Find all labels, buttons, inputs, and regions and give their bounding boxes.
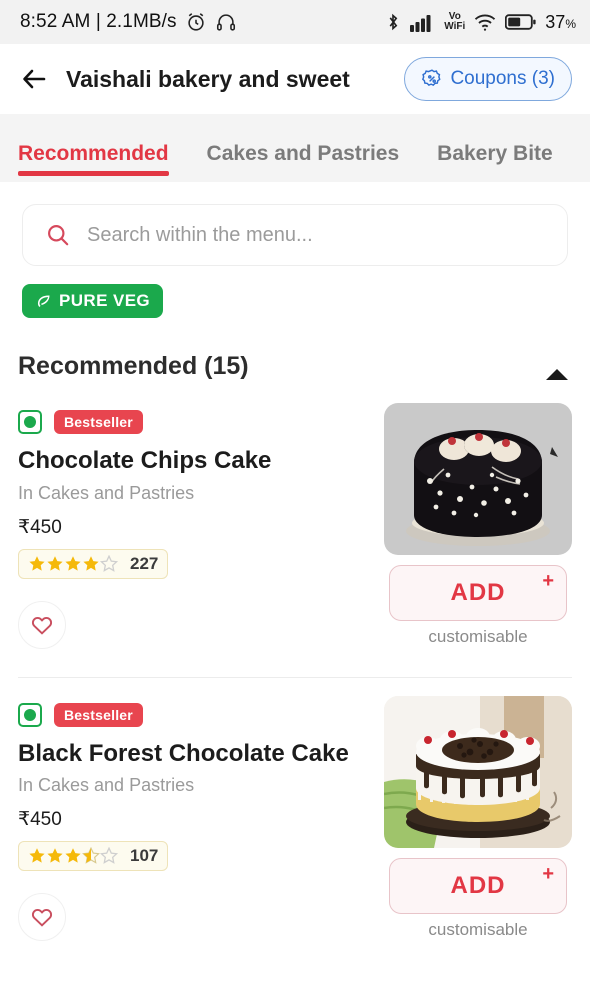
- menu-item-price: ₹450: [18, 516, 62, 538]
- menu-item-actions: ADD + customisable: [384, 692, 572, 940]
- rating-count: 107: [130, 846, 159, 866]
- bestseller-badge: Bestseller: [54, 702, 143, 727]
- bluetooth-icon: [384, 11, 402, 33]
- coupons-label: Coupons (3): [450, 68, 555, 89]
- status-bar-left: 8:52 AM | 2.1MB/s: [20, 11, 237, 33]
- pure-veg-label: PURE VEG: [59, 291, 151, 310]
- heart-icon: [30, 905, 54, 929]
- search-section: [0, 182, 590, 266]
- caret-up-icon[interactable]: [546, 369, 568, 380]
- search-input[interactable]: [87, 223, 545, 247]
- menu-item-actions: ADD + customisable: [384, 399, 572, 647]
- wifi-icon: [473, 12, 497, 32]
- tab-bakery-bite[interactable]: Bakery Bite: [437, 142, 553, 182]
- app-header: Vaishali bakery and sweet Coupons (3): [0, 44, 590, 114]
- veg-indicator-icon: [18, 410, 42, 434]
- menu-item-details: Bestseller Chocolate Chips Cake In Cakes…: [18, 399, 372, 649]
- menu-item-rating: 227: [18, 548, 169, 579]
- coupons-button[interactable]: Coupons (3): [404, 57, 572, 101]
- menu-item-details: Bestseller Black Forest Chocolate Cake I…: [18, 692, 372, 942]
- favourite-button[interactable]: [18, 893, 66, 942]
- section-title: Recommended (15): [18, 352, 249, 380]
- heart-icon: [30, 613, 54, 637]
- add-to-cart-button[interactable]: ADD +: [389, 565, 567, 621]
- pure-veg-filter-chip[interactable]: PURE VEG: [22, 284, 164, 318]
- star-rating-icon: [28, 847, 122, 865]
- volte-wifi-icon: Vo WiFi: [444, 11, 466, 32]
- battery-icon: [505, 13, 537, 31]
- add-button-label: ADD: [450, 579, 506, 606]
- discount-badge-icon: [421, 68, 443, 90]
- favourite-button[interactable]: [18, 600, 66, 649]
- menu-item-category: In Cakes and Pastries: [18, 775, 195, 796]
- status-bar: 8:52 AM | 2.1MB/s Vo WiFi 37%: [0, 0, 590, 44]
- menu-item-image: [384, 403, 572, 555]
- menu-item-name: Chocolate Chips Cake: [18, 447, 272, 474]
- category-tabs: Recommended Cakes and Pastries Bakery Bi…: [0, 114, 590, 182]
- menu-item-badges: Bestseller: [18, 409, 372, 435]
- headphone-icon: [215, 11, 237, 33]
- veg-indicator-icon: [18, 702, 42, 727]
- tab-recommended[interactable]: Recommended: [18, 142, 169, 182]
- customisable-label: customisable: [428, 627, 528, 646]
- menu-item-badges: Bestseller: [18, 702, 372, 728]
- back-arrow-icon[interactable]: [18, 63, 50, 95]
- app-screen: 8:52 AM | 2.1MB/s Vo WiFi 37% Vaishali b…: [0, 0, 590, 992]
- add-button-label: ADD: [450, 871, 506, 899]
- tab-cakes-and-pastries[interactable]: Cakes and Pastries: [207, 142, 400, 182]
- alarm-icon: [185, 11, 207, 33]
- search-box[interactable]: [22, 204, 568, 266]
- search-icon: [45, 222, 71, 248]
- plus-icon: +: [542, 862, 554, 885]
- menu-item-image: [384, 695, 572, 848]
- plus-icon: +: [542, 570, 554, 592]
- menu-item-row: Bestseller Chocolate Chips Cake In Cakes…: [0, 399, 590, 649]
- cellular-signal-icon: [410, 12, 436, 32]
- leaf-icon: [35, 293, 52, 310]
- menu-item-category: In Cakes and Pastries: [18, 482, 195, 503]
- menu-item-rating: 107: [18, 841, 169, 872]
- battery-percent: 37%: [545, 11, 576, 32]
- rating-count: 227: [130, 553, 159, 573]
- add-to-cart-button[interactable]: ADD +: [389, 857, 567, 914]
- filter-chips: PURE VEG: [0, 266, 590, 318]
- bestseller-badge: Bestseller: [54, 410, 143, 434]
- menu-item-price: ₹450: [18, 809, 62, 831]
- status-time: 8:52 AM | 2.1MB/s: [20, 11, 177, 32]
- section-header-recommended[interactable]: Recommended (15): [0, 318, 590, 399]
- customisable-label: customisable: [428, 919, 528, 939]
- menu-item-name: Black Forest Chocolate Cake: [18, 739, 349, 767]
- status-bar-right: Vo WiFi 37%: [384, 11, 576, 33]
- page-title: Vaishali bakery and sweet: [66, 65, 350, 92]
- star-rating-icon: [28, 555, 122, 573]
- menu-item-row: Bestseller Black Forest Chocolate Cake I…: [0, 678, 590, 942]
